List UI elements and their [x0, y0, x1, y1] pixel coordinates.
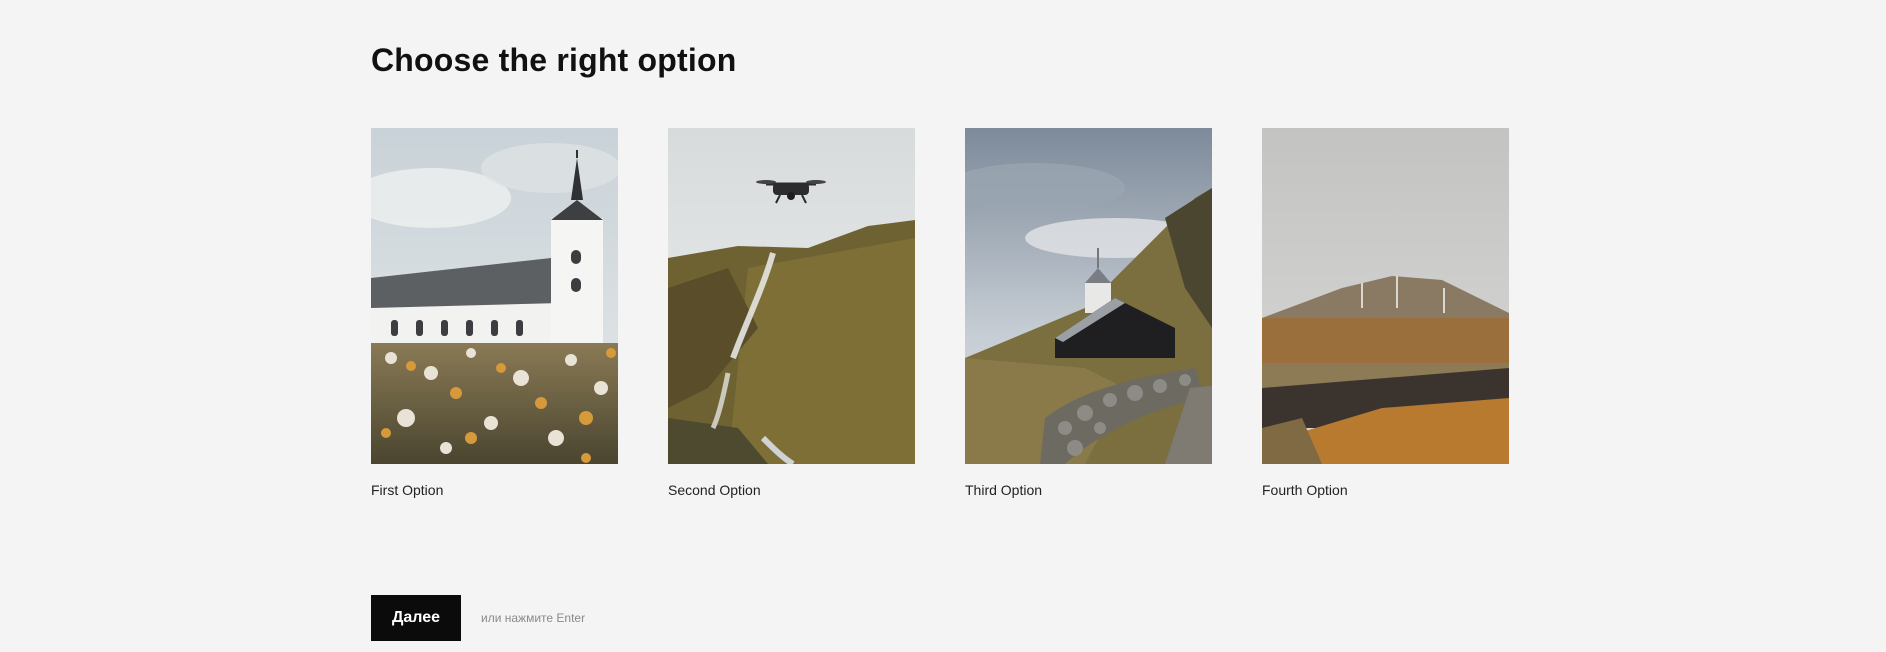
footer-actions: Далее или нажмите Enter: [371, 595, 585, 641]
option-label: First Option: [371, 482, 444, 498]
option-image-wind-turbines[interactable]: [1262, 128, 1509, 464]
option-image-church-flowers[interactable]: [371, 128, 618, 464]
next-button[interactable]: Далее: [371, 595, 461, 641]
option-image-drone-waterfall[interactable]: [668, 128, 915, 464]
page-title: Choose the right option: [371, 42, 737, 78]
option-image-black-church[interactable]: [965, 128, 1212, 464]
option-card-4[interactable]: Fourth Option: [1262, 128, 1509, 498]
option-card-3[interactable]: Third Option: [965, 128, 1212, 498]
option-card-1[interactable]: First Option: [371, 128, 618, 498]
options-grid: First Option Second Option Third Option …: [371, 128, 1509, 498]
option-card-2[interactable]: Second Option: [668, 128, 915, 498]
option-label: Fourth Option: [1262, 482, 1348, 498]
option-label: Second Option: [668, 482, 761, 498]
enter-hint: или нажмите Enter: [481, 611, 586, 625]
option-label: Third Option: [965, 482, 1043, 498]
